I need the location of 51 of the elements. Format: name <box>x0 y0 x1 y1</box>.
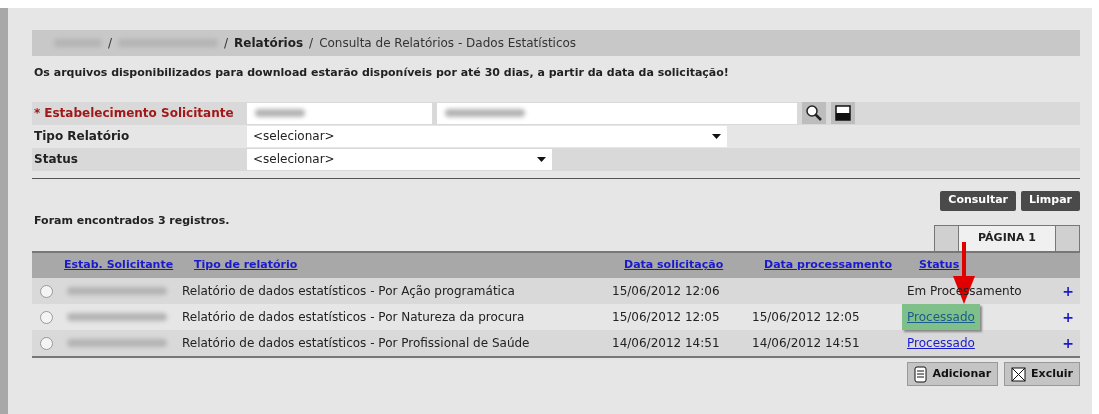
required-mark: * <box>34 105 41 122</box>
search-icon <box>805 104 823 122</box>
breadcrumb-separator: / <box>108 35 113 52</box>
notice-text: Os arquivos disponibilizados para download estarão disponíveis por até 30 dias, a partir da data da solicitação! <box>34 65 730 81</box>
column-header-link[interactable]: Tipo de relatório <box>194 257 624 274</box>
action-button[interactable]: Limpar <box>1021 190 1080 211</box>
breadcrumb-link[interactable]: Relatórios <box>234 34 304 52</box>
table-cell-text: 15/06/2012 12:06 <box>612 283 721 300</box>
dropdown-caret-icon <box>537 156 546 162</box>
column-header-link[interactable]: Data solicitação <box>624 257 764 274</box>
expand-button[interactable]: + <box>1062 306 1074 328</box>
column-header-link[interactable]: Estab. Solicitante <box>64 257 194 274</box>
select-field[interactable]: <selecionar> <box>247 148 552 170</box>
breadcrumb-page: Consulta de Relatórios - Dados Estatísticos <box>319 35 577 52</box>
expand-button[interactable]: + <box>1062 280 1074 302</box>
table-cell-text: Relatório de dados estatísticos - Por Natureza da procura <box>182 309 526 326</box>
clear-button[interactable] <box>831 102 855 124</box>
row-radio[interactable] <box>40 284 53 298</box>
page-nav-cell[interactable] <box>935 226 959 251</box>
row-radio[interactable] <box>40 336 53 350</box>
dropdown-caret-icon <box>712 133 721 139</box>
page-tab[interactable]: PÁGINA 1 <box>959 226 1055 251</box>
row-radio[interactable] <box>40 310 53 324</box>
table-cell-text: 15/06/2012 12:05 <box>612 309 721 326</box>
field-label: Tipo Relatório <box>34 128 130 145</box>
half-filled-square-icon <box>835 105 851 121</box>
column-header-link[interactable]: Status <box>919 257 979 274</box>
field-label: Status <box>34 151 78 168</box>
search-button[interactable] <box>802 102 826 124</box>
table-cell-text: 14/06/2012 14:51 <box>612 335 721 352</box>
action-button[interactable]: Consultar <box>940 190 1017 211</box>
document-icon <box>914 365 928 383</box>
crossed-box-icon <box>1011 366 1027 382</box>
table-cell-text: Relatório de dados estatísticos - Por Ação programática <box>182 283 516 300</box>
code-field[interactable] <box>247 102 432 124</box>
breadcrumb-separator: / <box>309 35 314 52</box>
report-download-link[interactable]: Processado <box>907 334 975 352</box>
breadcrumb-separator: / <box>224 35 229 52</box>
expand-button[interactable]: + <box>1062 332 1074 354</box>
select-field[interactable]: <selecionar> <box>247 125 727 147</box>
redacted-text <box>255 109 305 117</box>
name-field[interactable] <box>437 102 797 124</box>
result-count: Foram encontrados 3 registros. <box>34 212 230 229</box>
delete-button[interactable]: Excluir <box>1004 362 1080 386</box>
field-label: Estabelecimento Solicitante <box>44 105 234 122</box>
table-cell: 14/06/2012 14:51 <box>752 336 860 350</box>
page-nav-cell[interactable] <box>1055 226 1079 251</box>
column-header-link[interactable]: Data processamento <box>764 257 919 274</box>
table-cell: 15/06/2012 12:05 <box>752 310 860 324</box>
add-button[interactable]: Adicionar <box>907 362 999 386</box>
table-cell-text: Relatório de dados estatísticos - Por Profissional de Saúde <box>182 335 531 352</box>
